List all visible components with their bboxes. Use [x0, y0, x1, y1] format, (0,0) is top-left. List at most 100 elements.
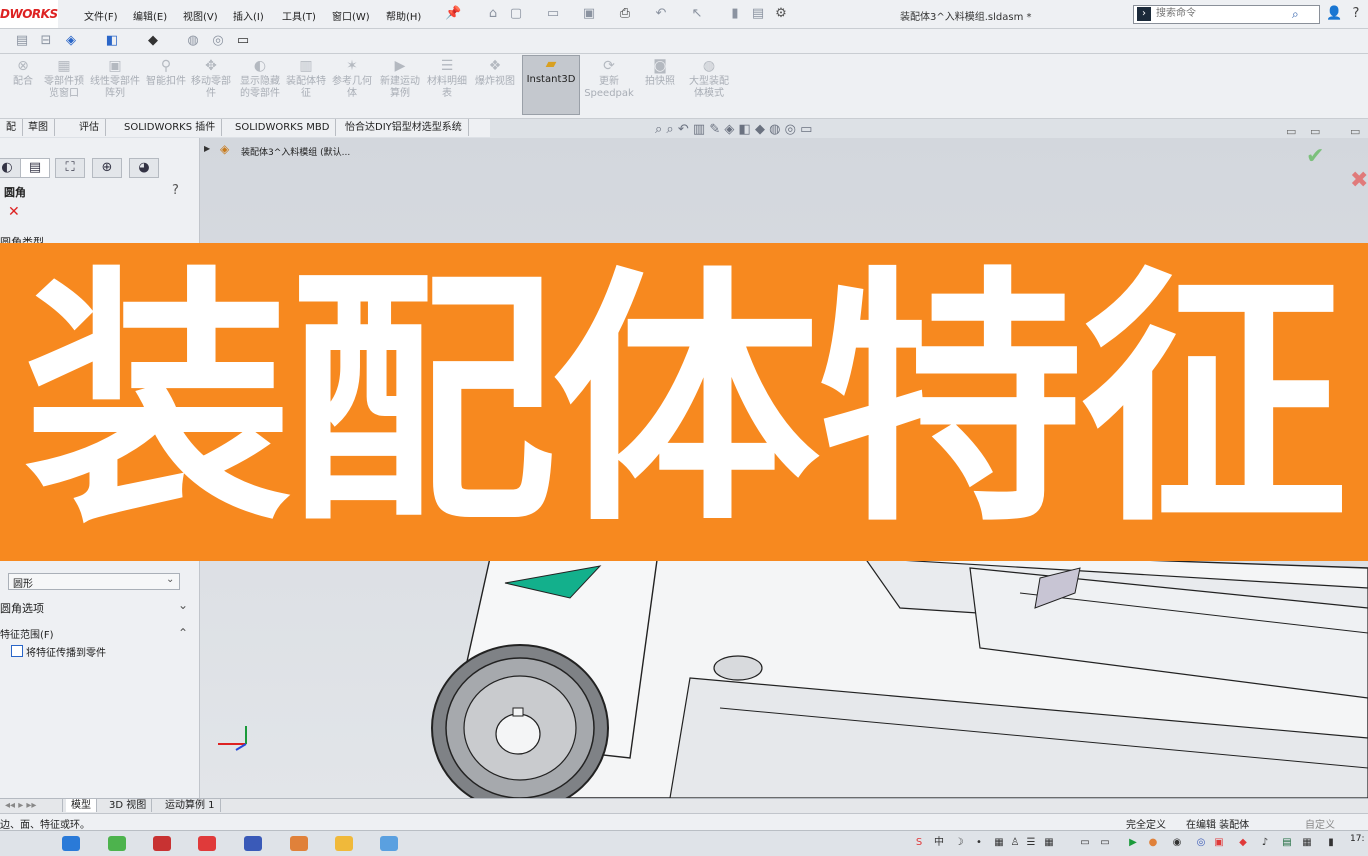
print-icon[interactable]: ⎙ [617, 6, 633, 22]
home-icon[interactable]: ⌂ [485, 6, 501, 22]
taskbar-app-icon[interactable] [198, 836, 216, 851]
propagate-checkbox[interactable] [11, 645, 23, 657]
ribbon-button-speedpak[interactable]: ⟳ 更新Speedpak [583, 58, 635, 116]
tab-solidworks-mbd[interactable]: SOLIDWORKS MBD [229, 119, 337, 136]
viewport-restore-icon[interactable]: ▭ [1310, 125, 1320, 138]
view-orientation-icon[interactable]: ◈ [63, 33, 79, 49]
fillet-options-section[interactable]: 圆角选项 [0, 600, 44, 616]
tray-icon[interactable]: S [914, 838, 924, 848]
select-icon[interactable]: ↖ [689, 6, 705, 22]
zoom-to-fit-icon[interactable]: ⌕ [655, 122, 662, 137]
ribbon-button-snapshot[interactable]: ◙ 拍快照 [640, 58, 680, 116]
menu-edit[interactable]: 编辑(E) [133, 8, 167, 23]
collapse-chevron-icon[interactable]: ⌃ [178, 626, 188, 640]
tray-icon[interactable]: 中 [934, 838, 944, 848]
tray-icon[interactable]: ◎ [1196, 838, 1206, 848]
taskbar-folder-icon[interactable] [335, 836, 353, 851]
pin-icon[interactable]: 📌 [445, 6, 461, 22]
previous-view-icon[interactable]: ↶ [678, 122, 689, 137]
dynamic-annotation-icon[interactable]: ✎ [709, 122, 720, 137]
taskbar-app-icon[interactable] [380, 836, 398, 851]
tray-icon[interactable]: ▭ [1080, 838, 1090, 848]
undo-icon[interactable]: ↶ [653, 6, 669, 22]
scene-icon[interactable]: ◎ [210, 33, 226, 49]
mate-toolbar-icon[interactable]: ⊟ [38, 33, 54, 49]
tray-grid-icon[interactable]: ▦ [1044, 838, 1054, 848]
tray-icon[interactable]: ▣ [1214, 838, 1224, 848]
ribbon-button-motion-study[interactable]: ▶ 新建运动算例 [380, 58, 420, 116]
view-settings-icon[interactable]: ▭ [800, 122, 812, 137]
user-icon[interactable]: 👤 [1326, 6, 1342, 22]
search-icon[interactable]: ⌕ [1292, 7, 1299, 22]
tab-assembly[interactable]: 配 [0, 119, 23, 136]
tray-icon[interactable]: ◆ [1238, 838, 1248, 848]
menu-window[interactable]: 窗口(W) [332, 8, 370, 23]
search-input[interactable] [1134, 6, 1296, 21]
expand-chevron-icon[interactable]: ⌄ [178, 598, 188, 612]
configuration-manager-tab-icon[interactable]: ⛶ [55, 158, 85, 178]
taskbar-app-icon[interactable] [290, 836, 308, 851]
cancel-x-icon[interactable]: ✕ [8, 204, 20, 220]
taskbar-app-icon[interactable] [244, 836, 262, 851]
file-properties-icon[interactable]: ▤ [750, 6, 766, 22]
menu-help[interactable]: 帮助(H) [386, 8, 421, 23]
ribbon-button-component-preview[interactable]: ▦ 零部件预览窗口 [42, 58, 86, 116]
clock[interactable]: 17: [1350, 834, 1364, 844]
taskbar-app-icon[interactable] [108, 836, 126, 851]
ribbon-button-reference-geometry[interactable]: ✶ 参考几何体 [332, 58, 372, 116]
display-style-icon[interactable]: ◧ [104, 33, 120, 49]
profile-select[interactable]: 圆形 ⌄ [8, 573, 180, 590]
tab-3d-view[interactable]: 3D 视图 [104, 799, 153, 812]
section-view-icon[interactable]: ▥ [693, 122, 705, 137]
hide-show-headsup-icon[interactable]: ◆ [755, 122, 765, 137]
open-icon[interactable]: ▭ [545, 6, 561, 22]
scene-headsup-icon[interactable]: ◎ [785, 122, 796, 137]
tab-solidworks-addins[interactable]: SOLIDWORKS 插件 [118, 119, 223, 136]
ribbon-button-linear-pattern[interactable]: ▣ 线性零部件阵列 [90, 58, 140, 116]
zoom-area-icon[interactable]: ⌕ [666, 122, 673, 137]
display-style-headsup-icon[interactable]: ◧ [739, 122, 751, 137]
taskbar-solidworks-icon[interactable] [153, 836, 171, 851]
tray-icon[interactable]: ▭ [1100, 838, 1110, 848]
save-icon[interactable]: ▣ [581, 6, 597, 22]
feature-manager-tab-icon[interactable]: ◐ [0, 158, 22, 178]
tray-icon[interactable]: ● [1148, 838, 1158, 848]
ribbon-button-mate[interactable]: ⊗ 配合 [8, 58, 38, 116]
options-gear-icon[interactable]: ⚙ [773, 6, 789, 22]
new-document-icon[interactable]: ▢ [508, 6, 524, 22]
tab-motion-study[interactable]: 运动算例 1 [160, 799, 221, 812]
ribbon-button-show-hidden[interactable]: ◐ 显示隐藏的零部件 [238, 58, 282, 116]
insert-component-icon[interactable]: ▤ [14, 33, 30, 49]
tray-icon[interactable]: ◉ [1172, 838, 1182, 848]
menu-file[interactable]: 文件(F) [84, 8, 118, 23]
ribbon-button-move-component[interactable]: ✥ 移动零部件 [191, 58, 231, 116]
tray-icon[interactable]: ▦ [1302, 838, 1312, 848]
tray-icon[interactable]: ▶ [1128, 838, 1138, 848]
microphone-icon[interactable]: ▮ [1326, 838, 1336, 848]
tray-moon-icon[interactable]: ☽ [954, 838, 964, 848]
volume-icon[interactable]: ♪ [1260, 838, 1270, 848]
tab-diy-profile-system[interactable]: 怡合达DIY铝型材选型系统 [339, 119, 469, 136]
tab-evaluate[interactable]: 评估 [73, 119, 106, 136]
help-question-icon[interactable]: ? [1348, 6, 1364, 22]
viewport-tile-icon[interactable]: ▭ [1286, 125, 1296, 138]
tray-menu-icon[interactable]: ☰ [1026, 838, 1036, 848]
tab-sketch[interactable]: 草图 [22, 119, 55, 136]
network-icon[interactable]: ▤ [1282, 838, 1292, 848]
tab-navigation-arrows[interactable]: ◂◂ ▸ ▸▸ [0, 799, 63, 812]
tray-keyboard-icon[interactable]: ▦ [994, 838, 1004, 848]
ribbon-button-instant3d[interactable]: ▰ Instant3D [522, 55, 580, 115]
menu-tools[interactable]: 工具(T) [282, 8, 316, 23]
status-custom[interactable]: 自定义 [1305, 816, 1335, 831]
display-manager-tab-icon[interactable]: ◕ [129, 158, 159, 178]
ribbon-button-smart-fastener[interactable]: ⚲ 智能扣件 [146, 58, 186, 116]
appearance-headsup-icon[interactable]: ◍ [769, 122, 780, 137]
feature-scope-section[interactable]: 特征范围(F) [0, 626, 54, 641]
tab-model[interactable]: 模型 [66, 799, 97, 812]
viewport-max-icon[interactable]: ▭ [1350, 125, 1360, 138]
menu-insert[interactable]: 插入(I) [233, 8, 264, 23]
dimxpert-tab-icon[interactable]: ⊕ [92, 158, 122, 178]
ribbon-button-exploded-view[interactable]: ❖ 爆炸视图 [475, 58, 515, 116]
help-icon[interactable]: ? [172, 183, 179, 198]
ribbon-button-assembly-feature[interactable]: ▥ 装配体特征 [286, 58, 326, 116]
